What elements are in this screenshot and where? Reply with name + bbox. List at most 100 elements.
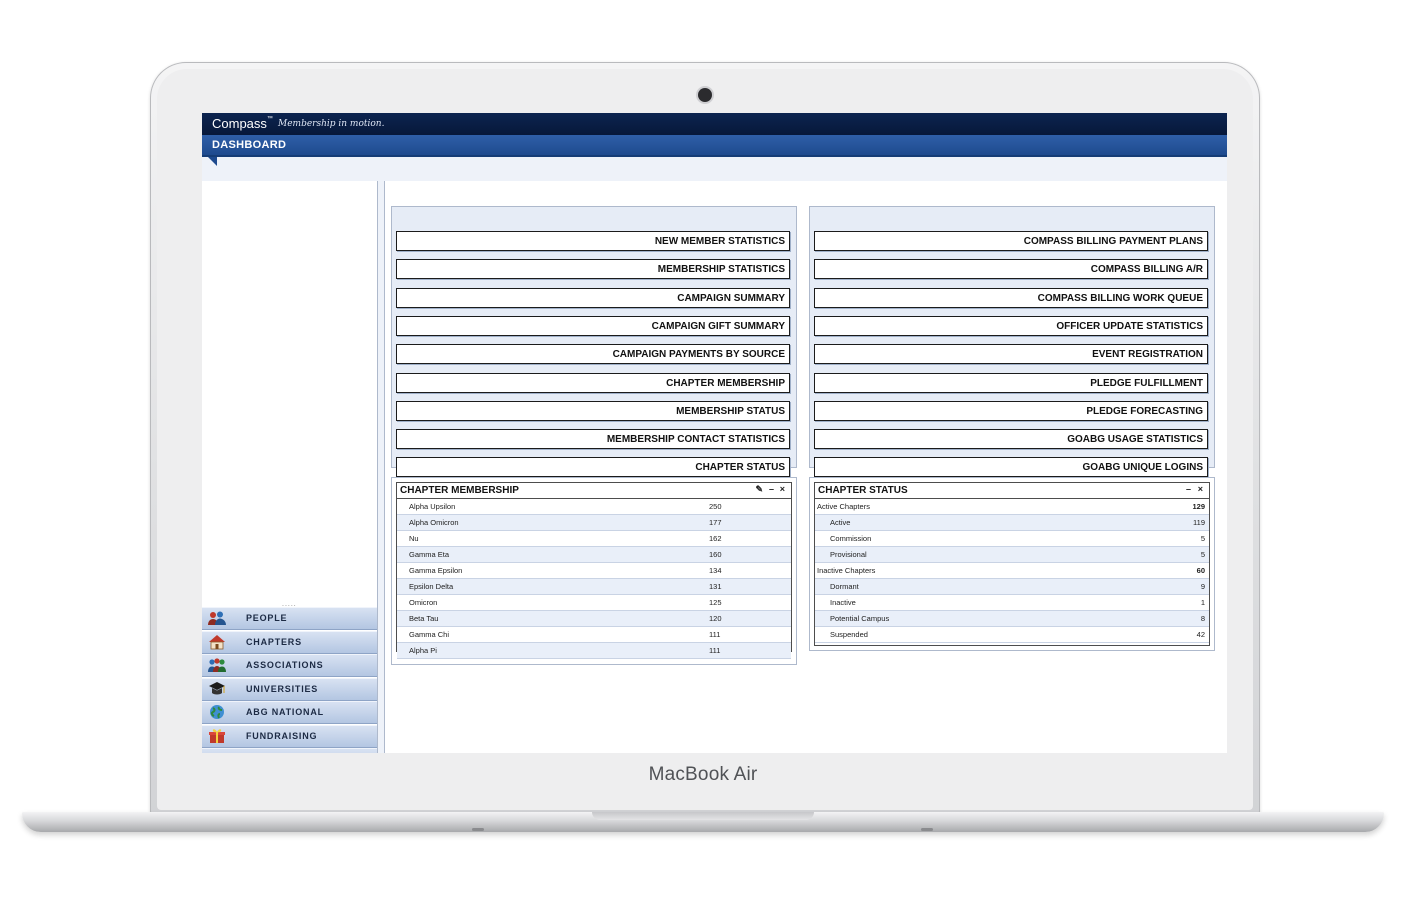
table-row[interactable]: Provisional 5 bbox=[815, 547, 1209, 563]
sidebar-item-universities[interactable]: UNIVERSITIES bbox=[202, 677, 377, 701]
table-row[interactable]: Nu 162 bbox=[397, 531, 791, 547]
table-row[interactable]: Alpha Pi 111 bbox=[397, 643, 791, 659]
report-button-pledge-fulfillment[interactable]: PLEDGE FULFILLMENT bbox=[814, 372, 1208, 393]
report-button-membership-status[interactable]: MEMBERSHIP STATUS bbox=[396, 400, 790, 421]
dashboard-main: NEW MEMBER STATISTICS MEMBERSHIP STATISTI… bbox=[384, 181, 1227, 753]
report-button-campaign-gift-summary[interactable]: CAMPAIGN GIFT SUMMARY bbox=[396, 315, 790, 336]
report-button-campaign-payments-by-source[interactable]: CAMPAIGN PAYMENTS BY SOURCE bbox=[396, 344, 790, 365]
report-button-goabg-unique-logins[interactable]: GOABG UNIQUE LOGINS bbox=[814, 457, 1208, 478]
widget-header: CHAPTER MEMBERSHIP ✎ – × bbox=[397, 483, 791, 499]
sidebar-item-chapters[interactable]: CHAPTERS bbox=[202, 630, 377, 654]
app-screen: Compass™ Membership in motion. DASHBOARD… bbox=[202, 113, 1227, 753]
minimize-icon[interactable]: – bbox=[1186, 484, 1191, 494]
status-count: 1 bbox=[1200, 598, 1205, 607]
table-row[interactable]: Alpha Omicron 177 bbox=[397, 515, 791, 531]
sidebar-item-people[interactable]: PEOPLE bbox=[202, 607, 377, 630]
app-header: Compass™ Membership in motion. bbox=[202, 113, 1227, 135]
wrench-icon[interactable]: ✎ bbox=[755, 484, 763, 495]
sidebar-item-fundraising[interactable]: FUNDRAISING bbox=[202, 724, 377, 748]
table-row[interactable]: Potential Campus 8 bbox=[815, 611, 1209, 627]
laptop-foot bbox=[921, 828, 933, 831]
chapter-name: Epsilon Delta bbox=[409, 582, 454, 591]
table-row[interactable]: Gamma Chi 111 bbox=[397, 627, 791, 643]
report-button-goabg-usage-statistics[interactable]: GOABG USAGE STATISTICS bbox=[814, 429, 1208, 450]
status-count: 42 bbox=[1196, 630, 1205, 639]
member-count: 111 bbox=[709, 646, 721, 655]
chapter-name: Alpha Pi bbox=[409, 646, 437, 655]
status-name: Active Chapters bbox=[817, 502, 870, 511]
sidebar-item-label: FUNDRAISING bbox=[246, 730, 318, 741]
reports-panel-right: COMPASS BILLING PAYMENT PLANS COMPASS BIL… bbox=[809, 206, 1215, 478]
table-row[interactable]: Dormant 9 bbox=[815, 579, 1209, 595]
status-name: Provisional bbox=[830, 550, 867, 559]
report-button-compass-billing-a-r[interactable]: COMPASS BILLING A/R bbox=[814, 259, 1208, 280]
graduation-cap-icon bbox=[208, 681, 226, 697]
member-count: 250 bbox=[709, 502, 722, 511]
close-icon[interactable]: × bbox=[780, 484, 785, 494]
chapter-house-icon bbox=[208, 634, 226, 650]
sidebar-item-abg-national[interactable]: ABG NATIONAL bbox=[202, 701, 377, 724]
gift-icon bbox=[208, 728, 226, 744]
status-count: 5 bbox=[1200, 550, 1205, 559]
member-count: 162 bbox=[709, 534, 722, 543]
chapter-name: Gamma Epsilon bbox=[409, 566, 463, 575]
status-name: Active bbox=[830, 518, 851, 527]
table-row[interactable]: Omicron 125 bbox=[397, 595, 791, 611]
member-count: 134 bbox=[709, 566, 722, 575]
status-name: Suspended bbox=[830, 630, 868, 639]
sidebar-item-associations[interactable]: ASSOCIATIONS bbox=[202, 654, 377, 677]
report-button-compass-billing-payment-plans[interactable]: COMPASS BILLING PAYMENT PLANS bbox=[814, 231, 1208, 251]
table-row[interactable]: Beta Tau 120 bbox=[397, 611, 791, 627]
report-button-event-registration[interactable]: EVENT REGISTRATION bbox=[814, 344, 1208, 365]
associations-icon bbox=[208, 657, 226, 673]
status-count: 129 bbox=[1192, 502, 1205, 511]
widget-title: CHAPTER STATUS bbox=[818, 485, 908, 496]
report-button-chapter-status[interactable]: CHAPTER STATUS bbox=[396, 457, 790, 478]
chapter-name: Alpha Omicron bbox=[409, 518, 459, 527]
sidebar-item-compass-billing[interactable]: $COMPASS BILLING bbox=[202, 748, 377, 753]
table-row[interactable]: Inactive 1 bbox=[815, 595, 1209, 611]
sidebar-item-label: CHAPTERS bbox=[246, 636, 302, 647]
table-row[interactable]: Gamma Epsilon 134 bbox=[397, 563, 791, 579]
billing-icon: $ bbox=[208, 751, 226, 753]
member-count: 125 bbox=[709, 598, 722, 607]
status-name: Commission bbox=[830, 534, 872, 543]
sidebar-item-label: UNIVERSITIES bbox=[246, 683, 319, 694]
sidebar-item-label: ABG NATIONAL bbox=[246, 707, 324, 717]
report-button-membership-statistics[interactable]: MEMBERSHIP STATISTICS bbox=[396, 259, 790, 280]
table-row[interactable]: Commission 5 bbox=[815, 531, 1209, 547]
report-button-new-member-statistics[interactable]: NEW MEMBER STATISTICS bbox=[396, 231, 790, 251]
people-icon bbox=[208, 610, 226, 626]
left-sidebar: ..... PEOPLE CHAPTERS ASSOCIATIONS UNIVERSI… bbox=[202, 181, 378, 753]
table-row[interactable]: Active 119 bbox=[815, 515, 1209, 531]
chapter-membership-widget: CHAPTER MEMBERSHIP ✎ – × Alpha Upsilon 25… bbox=[391, 477, 797, 665]
close-icon[interactable]: × bbox=[1198, 484, 1203, 494]
report-button-chapter-membership[interactable]: CHAPTER MEMBERSHIP bbox=[396, 372, 790, 393]
page-title-bar: DASHBOARD bbox=[202, 135, 1227, 157]
chapter-name: Alpha Upsilon bbox=[409, 502, 456, 511]
report-button-compass-billing-work-queue[interactable]: COMPASS BILLING WORK QUEUE bbox=[814, 287, 1208, 308]
report-button-membership-contact-statistics[interactable]: MEMBERSHIP CONTACT STATISTICS bbox=[396, 429, 790, 450]
sidebar-item-label: PEOPLE bbox=[246, 613, 288, 623]
table-row[interactable]: Epsilon Delta 131 bbox=[397, 579, 791, 595]
minimize-icon[interactable]: – bbox=[769, 484, 774, 494]
table-row[interactable]: Inactive Chapters 60 bbox=[815, 563, 1209, 579]
table-row[interactable]: Gamma Eta 160 bbox=[397, 547, 791, 563]
status-count: 60 bbox=[1196, 566, 1205, 575]
status-name: Potential Campus bbox=[830, 614, 890, 623]
status-name: Dormant bbox=[830, 582, 859, 591]
report-button-pledge-forecasting[interactable]: PLEDGE FORECASTING bbox=[814, 400, 1208, 421]
globe-icon bbox=[208, 704, 226, 720]
camera-icon bbox=[698, 88, 712, 102]
laptop-notch bbox=[592, 812, 814, 820]
report-button-officer-update-statistics[interactable]: OFFICER UPDATE STATISTICS bbox=[814, 315, 1208, 336]
page-title: DASHBOARD bbox=[212, 139, 287, 151]
widget-header: CHAPTER STATUS – × bbox=[815, 483, 1209, 499]
table-row[interactable]: Active Chapters 129 bbox=[815, 499, 1209, 515]
table-row[interactable]: Suspended 42 bbox=[815, 627, 1209, 643]
app-tagline: Membership in motion. bbox=[278, 119, 385, 129]
app-logo: Compass™ bbox=[212, 116, 273, 131]
report-button-campaign-summary[interactable]: CAMPAIGN SUMMARY bbox=[396, 287, 790, 308]
chapter-status-widget: CHAPTER STATUS – × Active Chapters 129 Act… bbox=[809, 477, 1215, 651]
table-row[interactable]: Alpha Upsilon 250 bbox=[397, 499, 791, 515]
